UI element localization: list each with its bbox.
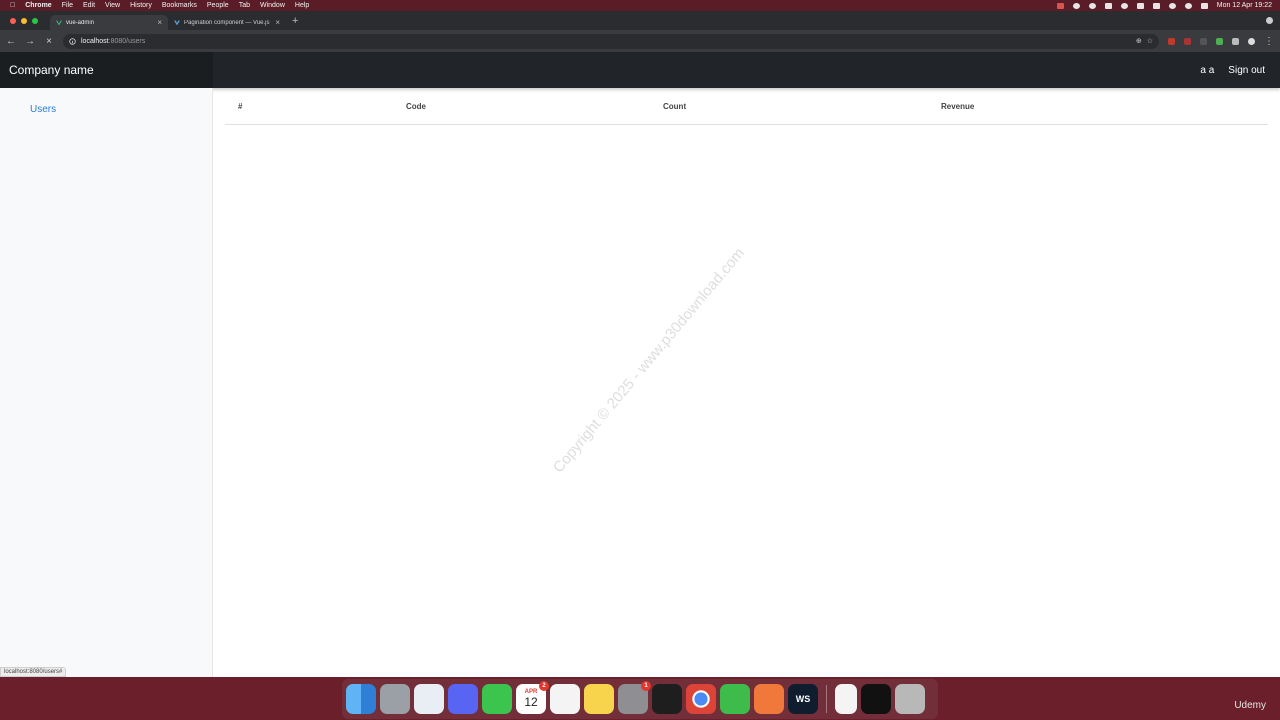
reminders-icon[interactable] <box>550 684 580 714</box>
vue-logo-icon <box>56 20 62 25</box>
tab-vue-admin[interactable]: vue-admin × <box>50 15 168 30</box>
code-editor-icon[interactable] <box>720 684 750 714</box>
menu-history[interactable]: History <box>130 2 152 9</box>
keyboard-icon[interactable] <box>1136 2 1144 9</box>
extensions-puzzle-icon[interactable] <box>1232 37 1239 45</box>
terminal-icon[interactable] <box>652 684 682 714</box>
close-tab-icon[interactable]: × <box>157 18 162 27</box>
extension-arrow-icon[interactable] <box>1184 37 1191 45</box>
dock-separator <box>826 685 827 713</box>
sidebar-item-users[interactable]: Users <box>30 104 56 115</box>
column-header-revenue: Revenue <box>941 101 975 111</box>
profile-avatar-icon[interactable] <box>1248 37 1255 45</box>
column-header-code: Code <box>406 101 426 111</box>
extension-red-icon[interactable] <box>1168 37 1175 45</box>
menubar-clock[interactable]: Mon 12 Apr 19:22 <box>1217 2 1272 9</box>
terminal-window-icon[interactable] <box>861 684 891 714</box>
menu-people[interactable]: People <box>207 2 229 9</box>
back-icon[interactable]: ← <box>6 36 16 47</box>
calendar-badge: 2 <box>539 681 549 691</box>
messages-icon[interactable] <box>482 684 512 714</box>
vuetify-logo-icon <box>174 20 180 25</box>
calendar-day: 12 <box>524 695 538 709</box>
tab-strip: vue-admin × Pagination component — Vue.j… <box>0 11 1280 30</box>
menu-tab[interactable]: Tab <box>239 2 250 9</box>
trash-icon[interactable] <box>895 684 925 714</box>
column-header-index: # <box>238 101 243 111</box>
status-icon[interactable] <box>1072 2 1080 9</box>
tab-pagination[interactable]: Pagination component — Vue.js × <box>168 15 286 30</box>
sync-icon[interactable] <box>1120 2 1128 9</box>
top-navbar: Company name a a Sign out <box>0 52 1280 88</box>
recording-icon[interactable] <box>1056 2 1064 9</box>
column-header-count: Count <box>663 101 687 111</box>
control-center-icon[interactable] <box>1200 2 1208 9</box>
zoom-window-button[interactable] <box>32 18 38 24</box>
menu-edit[interactable]: Edit <box>83 2 95 9</box>
user-name: a a <box>1200 64 1215 76</box>
extension-icon[interactable] <box>1104 2 1112 9</box>
finder-icon[interactable] <box>346 684 376 714</box>
stop-loading-icon[interactable]: × <box>44 36 54 47</box>
bluetooth-icon[interactable] <box>1152 2 1160 9</box>
brand-link[interactable]: Company name <box>0 52 213 88</box>
calendar-icon[interactable]: APR 12 2 <box>516 681 549 714</box>
keynote-icon[interactable] <box>414 684 444 714</box>
webstorm-icon[interactable]: WS <box>788 684 818 714</box>
settings-badge: 1 <box>641 681 651 691</box>
macos-dock: APR 12 2 1 WS <box>342 679 938 719</box>
wifi-icon[interactable] <box>1168 2 1176 9</box>
extension-green-icon[interactable] <box>1216 37 1223 45</box>
browser-chrome: vue-admin × Pagination component — Vue.j… <box>0 11 1280 52</box>
menu-help[interactable]: Help <box>295 2 309 9</box>
spotlight-icon[interactable] <box>1184 2 1192 9</box>
url-host: localhost <box>81 37 109 45</box>
url-path: :8080/users <box>108 37 146 45</box>
postman-icon[interactable] <box>754 684 784 714</box>
notes-icon[interactable] <box>584 684 614 714</box>
launchpad-icon[interactable] <box>380 684 410 714</box>
status-bar-url: localhost:8080/users# <box>0 667 67 677</box>
menubar-app-name[interactable]: Chrome <box>25 2 51 9</box>
menu-window[interactable]: Window <box>260 2 285 9</box>
address-bar[interactable]: localhost:8080/users ⊕ ☆ <box>63 33 1159 49</box>
cloud-icon[interactable] <box>1088 2 1096 9</box>
table-header: # Code Count Revenue <box>225 88 1268 125</box>
extension-dark-icon[interactable] <box>1200 37 1207 45</box>
minimize-window-button[interactable] <box>21 18 27 24</box>
main-content: # Code Count Revenue <box>225 88 1268 125</box>
menu-view[interactable]: View <box>105 2 120 9</box>
chrome-icon[interactable] <box>686 684 716 714</box>
menu-file[interactable]: File <box>62 2 73 9</box>
tab-title: Pagination component — Vue.js <box>184 19 270 26</box>
bookmark-star-icon[interactable]: ☆ <box>1147 37 1153 45</box>
tab-search-icon[interactable] <box>1266 17 1273 24</box>
toolbar: ← → × localhost:8080/users ⊕ ☆ ⋮ <box>0 30 1280 52</box>
document-icon[interactable] <box>835 684 857 714</box>
tab-title: vue-admin <box>66 19 95 26</box>
zoom-icon[interactable]: ⊕ <box>1136 37 1142 45</box>
new-tab-icon[interactable]: + <box>292 15 298 27</box>
system-preferences-icon[interactable]: 1 <box>618 681 651 714</box>
discord-icon[interactable] <box>448 684 478 714</box>
close-tab-icon[interactable]: × <box>275 18 280 27</box>
sidebar: Users <box>0 88 213 677</box>
macos-menubar:  Chrome File Edit View History Bookmark… <box>0 0 1280 11</box>
web-page: Company name a a Sign out Users # Code C… <box>0 52 1280 677</box>
apple-icon[interactable]:  <box>10 2 15 9</box>
info-icon[interactable] <box>69 37 76 45</box>
window-controls <box>10 18 38 24</box>
menu-bookmarks[interactable]: Bookmarks <box>162 2 197 9</box>
chrome-menu-icon[interactable]: ⋮ <box>1264 36 1274 47</box>
watermark: Copyright © 2025 - www.p30download.com <box>549 244 748 477</box>
signout-link[interactable]: Sign out <box>1228 65 1265 76</box>
close-window-button[interactable] <box>10 18 16 24</box>
forward-icon[interactable]: → <box>25 36 35 47</box>
udemy-logo: Udemy <box>1234 700 1266 711</box>
